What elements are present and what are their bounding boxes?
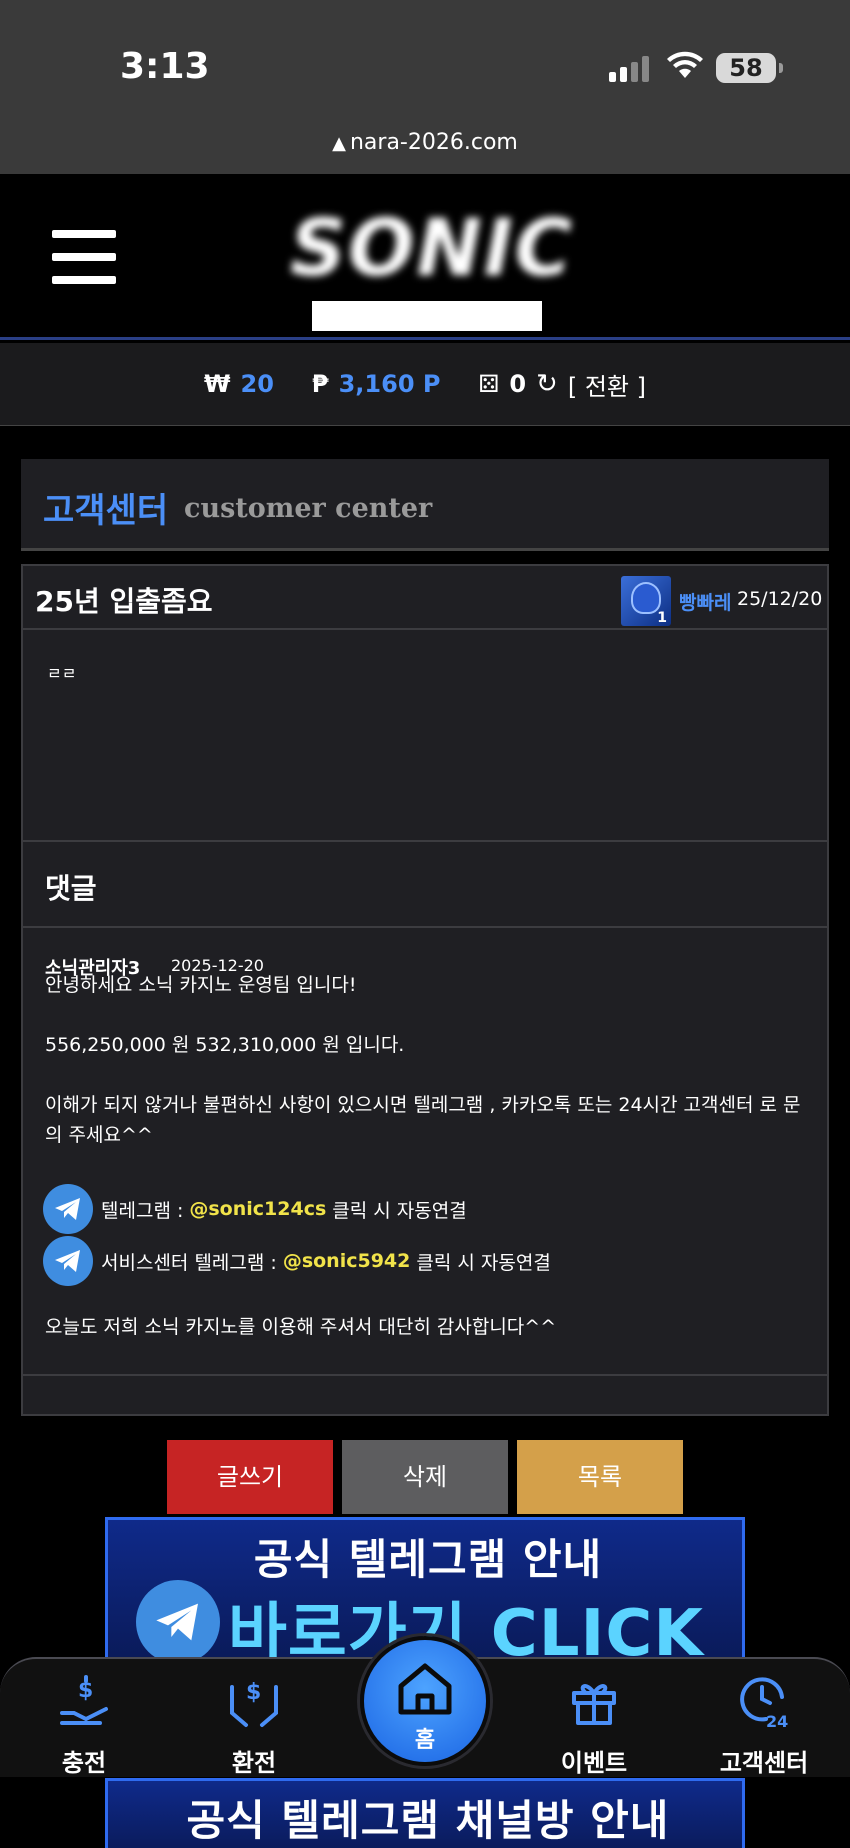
support-24-icon: 24 [694,1669,834,1733]
telegram-handle[interactable]: @sonic124cs [189,1198,326,1220]
nav-label: 홈 [414,1728,436,1753]
nav-support[interactable]: 24 고객센터 [694,1669,834,1778]
post-title: 25년 입출좀요 [35,585,213,618]
nav-label: 환전 [231,1749,277,1777]
comment-line: 안녕하세요 소닉 카지노 운영팀 입니다! [45,974,357,996]
post-card: 25년 입출좀요 1 빵빠레 25/12/20 ㄹㄹ 댓글 소닉관리자3 202… [21,564,829,1416]
home-icon [398,1663,452,1715]
wifi-icon [667,51,703,78]
banner-title: 공식 텔레그램 안내 [253,1535,603,1584]
avatar: 1 [621,576,671,626]
url-text: nara-2026.com [349,130,518,155]
comments-header: 댓글 [23,842,827,928]
nav-event[interactable]: 이벤트 [524,1669,664,1778]
page-title-box: 고객센터 customer center [21,459,829,551]
battery-level: 58 [729,54,763,82]
won-balance: 20 [240,370,274,398]
telegram-label: 텔레그램 : [101,1199,184,1222]
post-author[interactable]: 빵빠레 [679,588,731,615]
comment-line: 556,250,000 원 532,310,000 원 입니다. [45,1034,405,1056]
telegram-link-1[interactable]: 텔레그램 : @sonic124cs 클릭 시 자동연결 [43,1184,467,1234]
warning-icon: ▲ [332,133,346,154]
convert-button[interactable]: [ 전환 ] [568,367,646,402]
telegram-icon [43,1236,93,1286]
telegram-label: 서비스센터 텔레그램 : [101,1251,277,1274]
site-header: SONIC [0,174,850,340]
comments-title: 댓글 [45,872,97,905]
comment-item: 소닉관리자3 2025-12-20 안녕하세요 소닉 카지노 운영팀 입니다! … [23,928,827,1376]
logo-subtitle-mask [312,301,542,331]
post-content: ㄹㄹ [47,664,77,683]
telegram-icon [136,1580,220,1664]
delete-button[interactable]: 삭제 [342,1440,508,1514]
page-subtitle: customer center [184,493,433,524]
point-balance: 3,160 P [338,370,441,398]
write-button[interactable]: 글쓰기 [167,1440,333,1514]
status-bar: 3:13 58 ▲ nara-2026.com [0,0,850,174]
banner-title: 공식 텔레그램 채널방 안내 [186,1796,670,1845]
telegram-hint: 클릭 시 자동연결 [416,1251,551,1274]
nav-label: 충전 [61,1749,107,1777]
clock: 3:13 [120,46,210,87]
telegram-link-2[interactable]: 서비스센터 텔레그램 : @sonic5942 클릭 시 자동연결 [43,1236,551,1286]
nav-label: 고객센터 [719,1749,809,1777]
page-title: 고객센터 [43,491,169,531]
nav-home[interactable]: 홈 [360,1636,490,1766]
dice-icon: ⚄ [478,370,500,398]
battery-icon: 58 [716,53,783,83]
post-body: ㄹㄹ [23,630,827,842]
won-icon: ₩ [204,370,231,398]
telegram-icon [43,1184,93,1234]
withdraw-icon: $ [184,1669,324,1733]
refresh-icon[interactable]: ↻ [536,369,558,399]
level-badge: 1 [657,610,667,626]
comment-line: 이해가 되지 않거나 불편하신 사항이 있으시면 텔레그램 , 카카오톡 또는 … [45,1094,801,1146]
address-bar[interactable]: ▲ nara-2026.com [0,130,850,155]
balance-bar: ₩ 20 ₱ 3,160 P ⚄ 0 ↻ [ 전환 ] [0,343,850,426]
telegram-handle[interactable]: @sonic5942 [283,1250,411,1272]
cellular-signal-icon [609,56,649,82]
list-button[interactable]: 목록 [517,1440,683,1514]
svg-text:24: 24 [766,1712,788,1729]
telegram-hint: 클릭 시 자동연결 [332,1199,467,1222]
telegram-channel-banner[interactable]: 공식 텔레그램 채널방 안내 [105,1778,745,1848]
nav-exchange[interactable]: $ 환전 [184,1669,324,1778]
comment-closing: 오늘도 저희 소닉 카지노를 이용해 주셔서 대단히 감사합니다^^ [45,1316,557,1338]
deposit-icon: $ [14,1669,154,1733]
gift-icon [524,1669,664,1733]
dice-count: 0 [509,370,527,398]
logo-text: SONIC [290,204,575,294]
svg-text:$: $ [246,1680,261,1705]
post-header: 25년 입출좀요 1 빵빠레 25/12/20 [23,566,827,630]
menu-icon[interactable] [52,230,116,286]
post-date: 25/12/20 [737,588,823,610]
point-icon: ₱ [311,370,329,398]
nav-charge[interactable]: $ 충전 [14,1669,154,1778]
nav-label: 이벤트 [560,1749,628,1777]
site-logo[interactable]: SONIC [290,204,575,331]
